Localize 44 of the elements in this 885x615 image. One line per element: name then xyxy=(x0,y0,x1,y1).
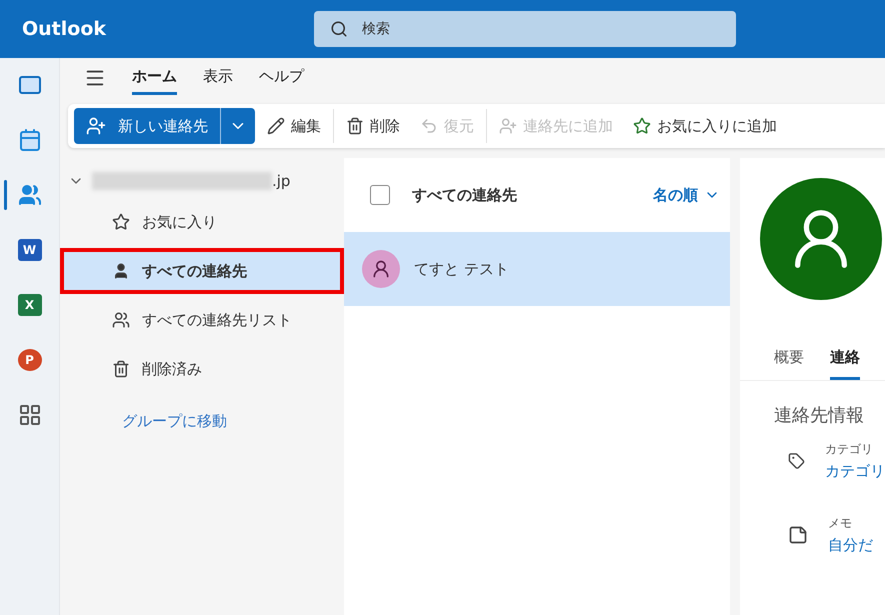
detail-tab[interactable]: 連絡 xyxy=(830,348,860,380)
nav-item[interactable]: お気に入り xyxy=(60,199,344,245)
nav-item[interactable]: すべての連絡先リスト xyxy=(60,297,344,343)
excel-app-icon[interactable]: X xyxy=(18,294,42,316)
app-title: Outlook xyxy=(22,18,108,40)
undo-icon xyxy=(420,117,438,135)
contact-row[interactable]: てすと テスト xyxy=(344,232,730,306)
ribbon-tab[interactable]: ヘルプ xyxy=(259,61,304,95)
field-label: カテゴリ xyxy=(825,441,874,458)
sort-button[interactable]: 名の順 xyxy=(653,186,720,204)
account-name: .jp xyxy=(272,172,290,190)
nav-item[interactable]: 削除済み xyxy=(60,346,344,392)
powerpoint-app-icon[interactable]: P xyxy=(18,349,42,371)
select-all-checkbox[interactable] xyxy=(370,185,390,205)
trash-icon xyxy=(346,117,364,135)
nav-item[interactable]: すべての連絡先 xyxy=(60,248,344,294)
toolbar-button[interactable]: お気に入りに追加 xyxy=(625,116,785,136)
person-add-icon xyxy=(86,116,106,136)
group-link[interactable]: グループに移動 xyxy=(122,412,344,431)
ribbon-tab[interactable]: ホーム xyxy=(132,61,177,95)
person-add-icon xyxy=(499,117,517,135)
field-link[interactable]: カテゴリ xyxy=(825,462,885,481)
field-link[interactable]: 自分だ xyxy=(828,536,873,555)
people-icon[interactable] xyxy=(18,183,42,207)
star-icon xyxy=(112,213,130,231)
note-icon xyxy=(788,525,808,545)
star-add-icon xyxy=(633,117,651,135)
tag-icon xyxy=(788,451,805,471)
field-label: メモ xyxy=(828,515,853,532)
ribbon-tab[interactable]: 表示 xyxy=(203,61,233,95)
list-title: すべての連絡先 xyxy=(412,186,517,204)
toolbar-button[interactable]: 編集 xyxy=(259,116,329,136)
people-list-icon xyxy=(112,311,130,329)
section-heading: 連絡先情報 xyxy=(774,404,865,427)
trash-icon xyxy=(112,360,130,378)
detail-tab[interactable]: 概要 xyxy=(774,348,804,380)
person-icon xyxy=(112,262,130,280)
calendar-icon[interactable] xyxy=(18,128,42,152)
pencil-icon xyxy=(267,117,285,135)
toolbar-button[interactable]: 削除 xyxy=(338,116,408,136)
apps-icon[interactable] xyxy=(18,403,42,427)
search-icon xyxy=(330,20,348,38)
word-app-icon[interactable]: W xyxy=(18,239,42,261)
search-field[interactable]: 検索 xyxy=(314,11,736,47)
